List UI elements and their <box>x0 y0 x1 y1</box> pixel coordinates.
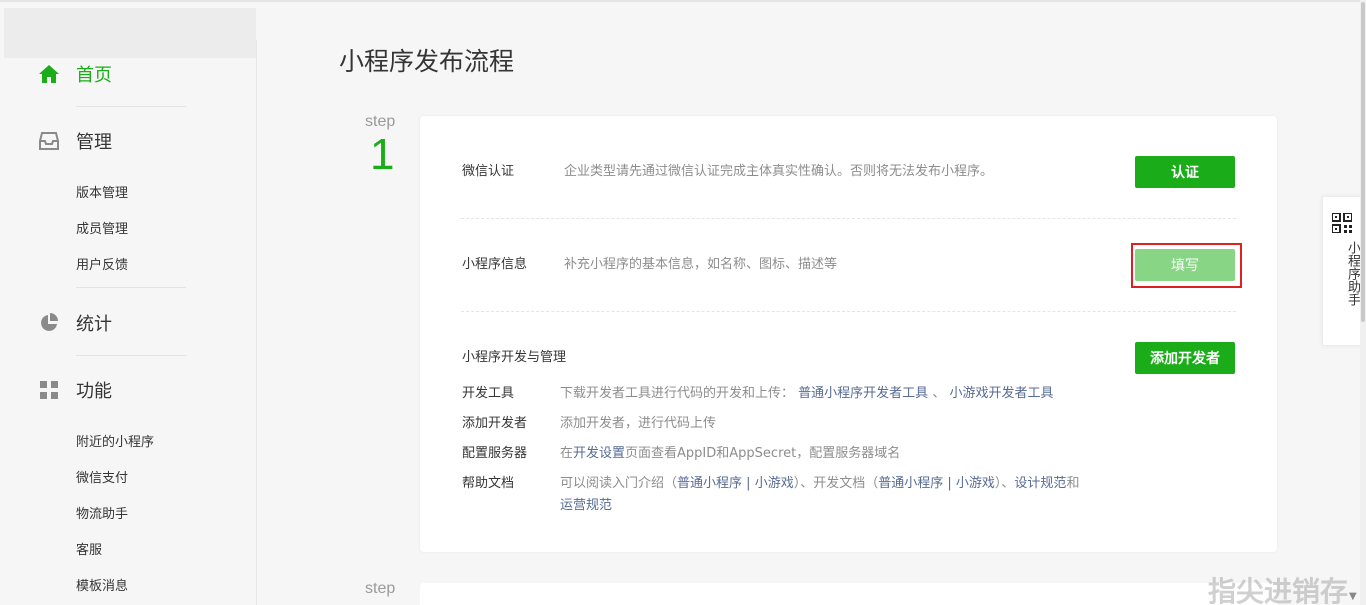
home-icon <box>38 63 60 85</box>
server-config-desc: 在开发设置页面查看AppID和AppSecret，配置服务器域名 <box>560 442 900 461</box>
server-text-post: 页面查看AppID和AppSecret，配置服务器域名 <box>625 446 901 461</box>
mini-program-helper[interactable]: 小程序助手 <box>1322 196 1362 346</box>
sidebar-subitem-members[interactable]: 成员管理 <box>76 218 128 237</box>
sidebar-subitem-feedback[interactable]: 用户反馈 <box>76 254 128 273</box>
watermark: 指尖进销存 <box>1208 575 1349 605</box>
sidebar-divider <box>76 355 186 356</box>
highlight-box <box>1131 243 1242 288</box>
wechat-auth-title: 微信认证 <box>462 164 515 179</box>
separator: 、 <box>932 386 946 401</box>
page-title: 小程序发布流程 <box>339 47 515 76</box>
inbox-icon <box>38 130 60 152</box>
section-divider <box>461 311 1236 312</box>
docs-text: 和 <box>1066 476 1080 491</box>
dev-tools-text: 下载开发者工具进行代码的开发和上传： <box>560 386 795 401</box>
mini-program-dev-tool-link[interactable]: 普通小程序开发者工具 <box>798 386 928 401</box>
step-2-card <box>420 583 1277 605</box>
add-dev-label: 添加开发者 <box>462 416 528 431</box>
helper-label: 小程序助手 <box>1345 241 1360 306</box>
dev-tools-desc: 下载开发者工具进行代码的开发和上传： 普通小程序开发者工具 、 小游戏开发者工具 <box>560 382 1053 401</box>
step-label: step <box>365 113 396 130</box>
grid-icon <box>38 379 60 401</box>
step-number: 1 <box>370 130 395 179</box>
qr-code-icon <box>1331 212 1353 237</box>
dev-tools-label: 开发工具 <box>462 386 515 401</box>
intro-mini-game-link[interactable]: 小游戏 <box>755 476 794 491</box>
top-divider <box>0 0 1366 2</box>
help-docs-desc-line2: 运营规范 <box>560 494 612 513</box>
dev-title: 小程序开发与管理 <box>462 350 567 365</box>
operation-spec-link[interactable]: 运营规范 <box>560 498 612 513</box>
sidebar-item-label: 管理 <box>76 132 112 153</box>
sidebar-subitem-template-message[interactable]: 模板消息 <box>76 575 128 594</box>
mini-game-dev-tool-link[interactable]: 小游戏开发者工具 <box>949 386 1053 401</box>
sidebar-item-label: 统计 <box>76 314 112 335</box>
scroll-down-icon[interactable]: ▼ <box>1349 591 1357 602</box>
help-docs-label: 帮助文档 <box>462 476 515 491</box>
section-divider <box>461 218 1236 219</box>
dev-settings-link[interactable]: 开发设置 <box>573 446 625 461</box>
info-desc: 补充小程序的基本信息，如名称、图标、描述等 <box>564 257 838 272</box>
sidebar-subitem-customer-service[interactable]: 客服 <box>76 539 102 558</box>
separator: | <box>742 476 755 491</box>
help-docs-desc: 可以阅读入门介绍（普通小程序 | 小游戏）、开发文档（普通小程序 | 小游戏）、… <box>560 472 1079 491</box>
add-developer-button[interactable]: 添加开发者 <box>1135 342 1235 374</box>
sidebar-item-home[interactable]: 首页 <box>0 63 256 86</box>
sidebar-item-manage[interactable]: 管理 <box>0 130 256 153</box>
devdoc-mini-game-link[interactable]: 小游戏 <box>956 476 995 491</box>
server-config-label: 配置服务器 <box>462 446 528 461</box>
docs-text: 可以阅读入门介绍（ <box>560 476 678 491</box>
add-dev-desc: 添加开发者，进行代码上传 <box>560 416 717 431</box>
design-spec-link[interactable]: 设计规范 <box>1014 476 1066 491</box>
intro-mini-program-link[interactable]: 普通小程序 <box>677 476 742 491</box>
sidebar-home-active-bg <box>4 8 256 58</box>
step-2-label: step <box>365 580 396 597</box>
wechat-auth-desc: 企业类型请先通过微信认证完成主体真实性确认。否则将无法发布小程序。 <box>564 164 994 179</box>
sidebar-divider <box>76 106 186 107</box>
sidebar-item-stats[interactable]: 统计 <box>0 312 256 335</box>
sidebar-subitem-nearby[interactable]: 附近的小程序 <box>76 431 154 450</box>
sidebar-item-label: 首页 <box>76 65 112 86</box>
server-text-pre: 在 <box>560 446 574 461</box>
sidebar-subitem-version[interactable]: 版本管理 <box>76 182 128 201</box>
sidebar-subitem-logistics[interactable]: 物流助手 <box>76 503 128 522</box>
sidebar-item-label: 功能 <box>76 381 112 402</box>
docs-text: ）、 <box>994 476 1015 491</box>
scrollbar-thumb[interactable] <box>1361 2 1365 322</box>
sidebar-divider <box>76 287 186 288</box>
info-title: 小程序信息 <box>462 257 528 272</box>
pie-chart-icon <box>38 312 60 334</box>
docs-text: ）、开发文档（ <box>793 476 879 491</box>
auth-button[interactable]: 认证 <box>1135 156 1235 188</box>
devdoc-mini-program-link[interactable]: 普通小程序 <box>878 476 943 491</box>
sidebar-item-features[interactable]: 功能 <box>0 379 256 402</box>
sidebar-subitem-wechat-pay[interactable]: 微信支付 <box>76 467 128 486</box>
separator: | <box>943 476 956 491</box>
